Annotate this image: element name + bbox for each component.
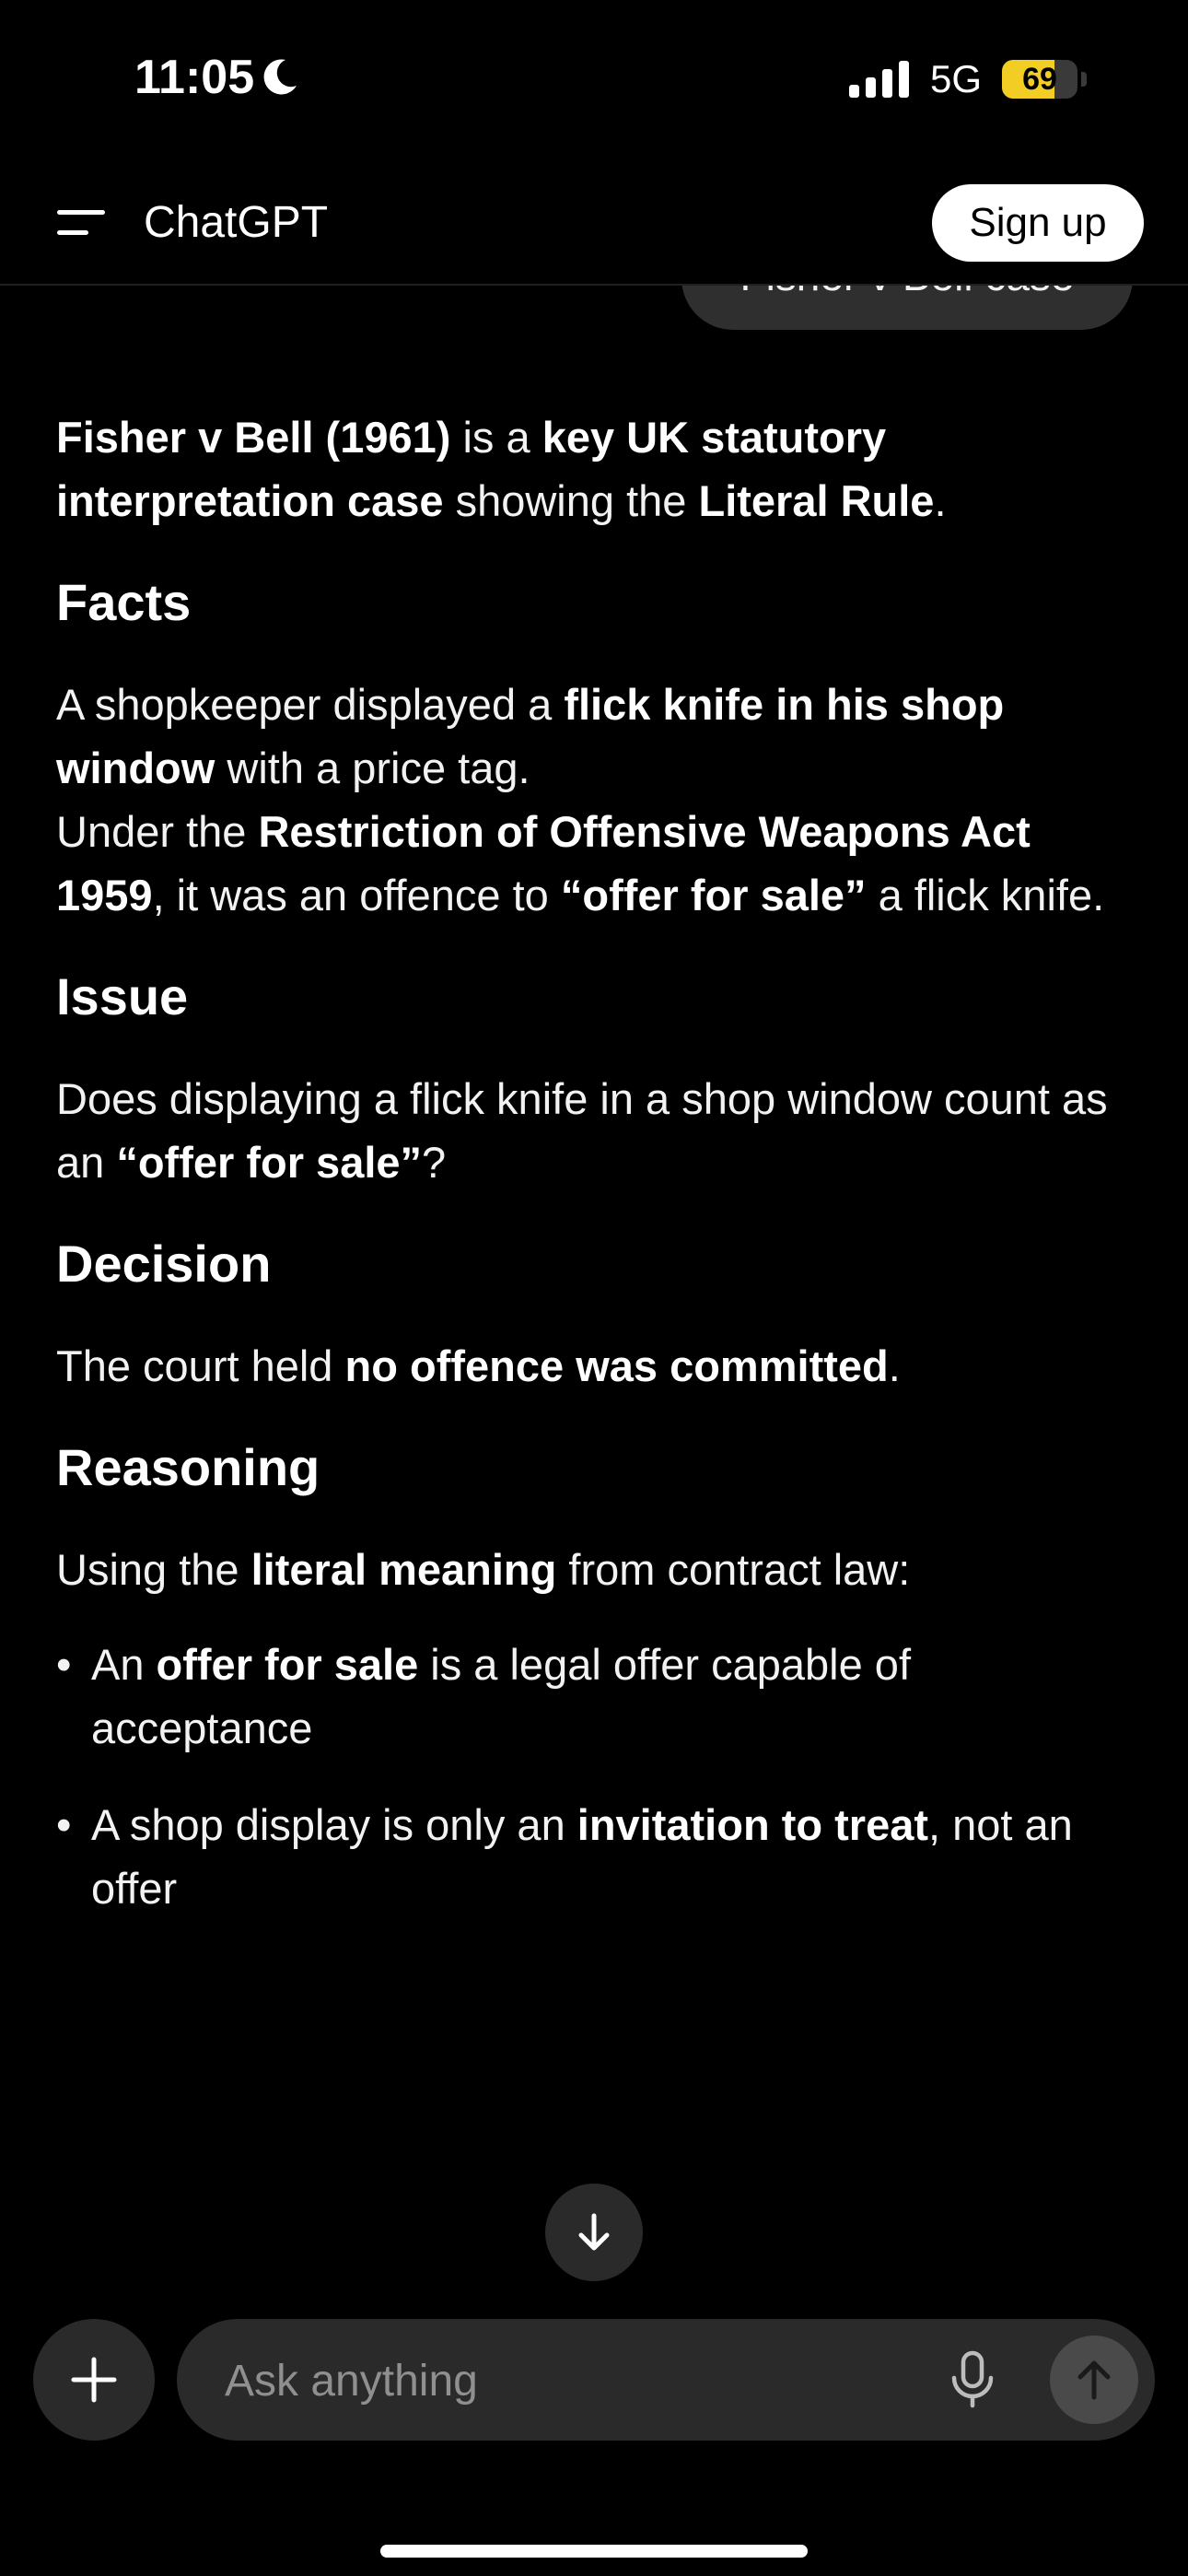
battery-percent: 69 bbox=[1022, 61, 1057, 97]
battery-indicator: 69 bbox=[1002, 60, 1077, 99]
issue-heading: Issue bbox=[56, 967, 189, 1025]
status-icons: 5G 69 bbox=[848, 57, 1087, 101]
issue-paragraph: Does displaying a flick knife in a shop … bbox=[56, 1067, 1134, 1194]
status-bar: 11:05 5G 69 bbox=[0, 0, 1188, 157]
facts-p2-bold-2: “offer for sale” bbox=[560, 871, 867, 919]
list-item: An offer for sale is a legal offer capab… bbox=[56, 1633, 1134, 1760]
app-header: ChatGPT Sign up bbox=[0, 157, 1188, 286]
send-button[interactable] bbox=[1050, 2336, 1138, 2424]
battery-cap bbox=[1081, 72, 1087, 87]
reasoning-intro-text-2: from contract law: bbox=[556, 1545, 911, 1594]
decision-heading: Decision bbox=[56, 1235, 272, 1293]
facts-p2-text-2: , it was an offence to bbox=[152, 871, 561, 919]
reasoning-intro: Using the literal meaning from contract … bbox=[56, 1538, 1134, 1601]
composer bbox=[0, 2266, 1188, 2576]
intro-paragraph: Fisher v Bell (1961) is a key UK statuto… bbox=[56, 405, 1134, 533]
facts-p1-text-1: A shopkeeper displayed a bbox=[56, 680, 565, 729]
decision-paragraph: The court held no offence was committed. bbox=[56, 1334, 1134, 1398]
scroll-down-button[interactable] bbox=[545, 2184, 643, 2281]
assistant-message: Fisher v Bell (1961) is a key UK statuto… bbox=[56, 405, 1134, 1920]
reasoning-intro-bold-1: literal meaning bbox=[250, 1545, 557, 1594]
facts-paragraph-1: A shopkeeper displayed a flick knife in … bbox=[56, 673, 1134, 800]
decision-text-1: The court held bbox=[56, 1341, 345, 1390]
app-title: ChatGPT bbox=[144, 198, 329, 247]
bullet-2-text-1: A shop display is only an bbox=[91, 1800, 577, 1849]
facts-p2-text-3: a flick knife. bbox=[866, 871, 1105, 919]
intro-text-1: is a bbox=[450, 413, 542, 462]
facts-paragraph-2: Under the Restriction of Offensive Weapo… bbox=[56, 800, 1134, 927]
intro-text-3: . bbox=[934, 476, 947, 525]
decision-text-2: . bbox=[888, 1341, 901, 1390]
menu-icon[interactable] bbox=[53, 205, 109, 241]
message-input-container bbox=[177, 2319, 1155, 2442]
signup-button[interactable]: Sign up bbox=[932, 184, 1144, 262]
decision-bold-1: no offence was committed bbox=[344, 1341, 889, 1390]
home-indicator[interactable] bbox=[380, 2545, 808, 2558]
reasoning-heading: Reasoning bbox=[56, 1438, 320, 1496]
intro-bold-1: Fisher v Bell (1961) bbox=[56, 413, 451, 462]
list-item: A shop display is only an invitation to … bbox=[56, 1793, 1134, 1920]
reasoning-intro-text-1: Using the bbox=[56, 1545, 251, 1594]
issue-bold-1: “offer for sale” bbox=[116, 1138, 423, 1187]
status-time: 11:05 bbox=[134, 50, 298, 105]
microphone-button[interactable] bbox=[938, 2345, 1007, 2415]
bullet-1-bold-1: offer for sale bbox=[156, 1640, 419, 1689]
facts-p2-text-1: Under the bbox=[56, 807, 259, 856]
bullet-1-text-1: An bbox=[91, 1640, 157, 1689]
bullet-2-bold-1: invitation to treat bbox=[577, 1800, 928, 1849]
microphone-icon bbox=[951, 2350, 994, 2408]
issue-text-2: ? bbox=[422, 1138, 447, 1187]
message-input[interactable] bbox=[223, 2319, 890, 2442]
moon-icon bbox=[263, 59, 297, 95]
facts-heading: Facts bbox=[56, 573, 192, 631]
facts-p1-text-2: with a price tag. bbox=[215, 744, 530, 792]
arrow-up-icon bbox=[1077, 2360, 1111, 2400]
arrow-down-icon bbox=[578, 2213, 610, 2251]
plus-icon bbox=[71, 2357, 117, 2403]
signal-icon bbox=[848, 61, 909, 98]
intro-bold-3: Literal Rule bbox=[698, 476, 935, 525]
intro-text-2: showing the bbox=[443, 476, 699, 525]
network-label: 5G bbox=[929, 57, 982, 100]
attach-button[interactable] bbox=[33, 2319, 155, 2441]
status-time-text: 11:05 bbox=[134, 51, 255, 104]
